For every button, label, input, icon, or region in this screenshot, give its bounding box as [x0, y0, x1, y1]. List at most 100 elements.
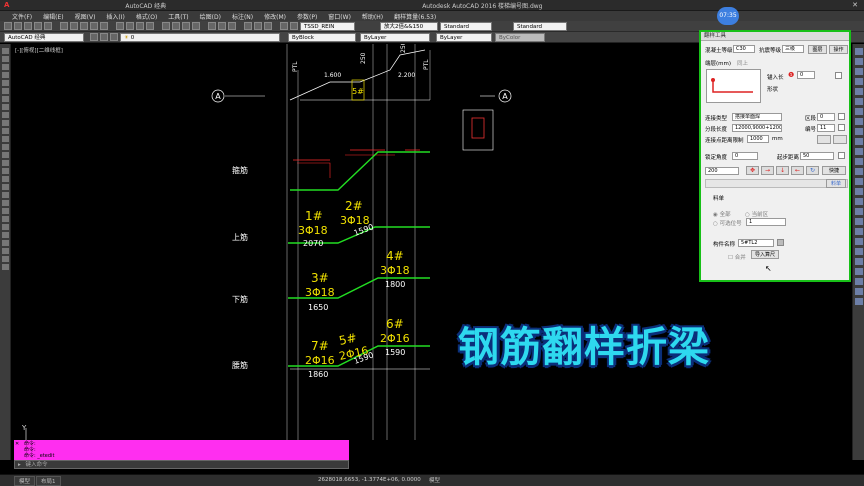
modify-tool-icon[interactable] [855, 118, 863, 125]
modify-tool-icon[interactable] [855, 138, 863, 145]
seg-len-select[interactable]: 12000,9000+1200K [732, 124, 782, 132]
draw-tool-icon[interactable] [2, 160, 9, 166]
lock-angle-select[interactable]: 0 [732, 152, 758, 160]
operate-button[interactable]: 操作 [829, 45, 848, 54]
menu-item-10[interactable]: 窗口(W) [328, 12, 351, 21]
draw-tool-icon[interactable] [2, 256, 9, 262]
modify-tool-icon[interactable] [855, 228, 863, 235]
modify-tool-icon[interactable] [855, 198, 863, 205]
rotate-icon[interactable]: ↻ [806, 166, 819, 175]
draw-tool-icon[interactable] [2, 200, 9, 206]
radio-optional[interactable]: ○ 可选位号 [713, 219, 742, 227]
draw-tool-icon[interactable] [2, 240, 9, 246]
menu-item-2[interactable]: 视图(V) [75, 12, 96, 21]
dimstyle-combo[interactable]: 放大2倍&&150 [380, 22, 438, 31]
toolbar-button-icon[interactable] [100, 22, 108, 30]
draw-tool-icon[interactable] [2, 72, 9, 78]
menu-item-4[interactable]: 格式(O) [136, 12, 157, 21]
toolbar-button-icon[interactable] [146, 22, 154, 30]
workspace-combo[interactable]: AutoCAD 经典 [4, 33, 84, 42]
layer-tool-icon[interactable] [100, 33, 108, 41]
menu-item-8[interactable]: 修改(M) [264, 12, 286, 21]
menu-item-5[interactable]: 工具(T) [168, 12, 188, 21]
modify-tool-icon[interactable] [855, 108, 863, 115]
mleaderstyle-combo[interactable]: Standard [513, 22, 567, 31]
min-dist-input[interactable]: 1000 [747, 135, 769, 143]
viewport-label[interactable]: [-][俯视][二维线框] [15, 46, 63, 54]
color-combo[interactable]: ByBlock [288, 33, 356, 42]
modify-tool-icon[interactable] [855, 68, 863, 75]
toolbar-button-icon[interactable] [290, 22, 298, 30]
toolbar-button-icon[interactable] [254, 22, 262, 30]
draw-tool-icon[interactable] [2, 136, 9, 142]
modify-tool-icon[interactable] [855, 248, 863, 255]
modify-tool-icon[interactable] [855, 98, 863, 105]
modify-tool-icon[interactable] [855, 208, 863, 215]
layer-button[interactable]: 图层 [808, 45, 827, 54]
draw-tool-icon[interactable] [2, 232, 9, 238]
optional-input[interactable]: 1 [746, 218, 786, 226]
modify-tool-icon[interactable] [855, 158, 863, 165]
modify-tool-icon[interactable] [855, 238, 863, 245]
pick-button[interactable] [817, 135, 831, 144]
quick-button[interactable]: 快捷 [822, 166, 846, 175]
draw-tool-icon[interactable] [2, 208, 9, 214]
move-icon[interactable]: ✥ [746, 166, 759, 175]
conn-type-select[interactable]: 搭接单面焊 [732, 113, 782, 121]
toolbar-button-icon[interactable] [218, 22, 226, 30]
tablestyle-combo[interactable]: Standard [440, 22, 492, 31]
tab-right[interactable]: 料单 [826, 179, 846, 188]
radio-all[interactable]: ◉ 全部 [713, 210, 731, 218]
qat-workspace[interactable]: AutoCAD 经典 [125, 1, 166, 10]
menu-item-12[interactable]: 翻样算量(6.53) [394, 12, 436, 21]
import-button[interactable]: 导入算尺 [751, 250, 779, 259]
draw-tool-icon[interactable] [2, 112, 9, 118]
draw-tool-icon[interactable] [2, 264, 9, 270]
menu-item-9[interactable]: 参数(P) [297, 12, 317, 21]
toolbar-button-icon[interactable] [136, 22, 144, 30]
anchor-input[interactable]: 0 [797, 71, 815, 79]
draw-tool-icon[interactable] [2, 120, 9, 126]
modify-tool-icon[interactable] [855, 58, 863, 65]
plotstyle-combo[interactable]: ByColor [495, 33, 545, 42]
toolbar-button-icon[interactable] [244, 22, 252, 30]
toolbar-button-icon[interactable] [34, 22, 42, 30]
draw-tool-icon[interactable] [2, 152, 9, 158]
menu-item-0[interactable]: 文件(F) [12, 12, 32, 21]
draw-tool-icon[interactable] [2, 88, 9, 94]
draw-tool-icon[interactable] [2, 56, 9, 62]
seismic-select[interactable]: 三级 [782, 45, 804, 53]
draw-tool-icon[interactable] [2, 48, 9, 54]
start-dist-toggle[interactable] [838, 152, 845, 159]
app-logo-icon[interactable]: A [4, 1, 9, 9]
textstyle-combo[interactable]: TSSD_REIN [300, 22, 355, 31]
modify-tool-icon[interactable] [855, 218, 863, 225]
toolbar-button-icon[interactable] [192, 22, 200, 30]
layer-tool-icon[interactable] [90, 33, 98, 41]
toolbar-button-icon[interactable] [264, 22, 272, 30]
modify-tool-icon[interactable] [855, 168, 863, 175]
menu-item-1[interactable]: 编辑(E) [43, 12, 63, 21]
draw-tool-icon[interactable] [2, 96, 9, 102]
modify-tool-icon[interactable] [855, 288, 863, 295]
arrow-right-icon[interactable]: → [761, 166, 774, 175]
toolbar-button-icon[interactable] [172, 22, 180, 30]
draw-tool-icon[interactable] [2, 128, 9, 134]
toolbar-button-icon[interactable] [60, 22, 68, 30]
modify-tool-icon[interactable] [855, 278, 863, 285]
toolbar-button-icon[interactable] [116, 22, 124, 30]
linetype-combo[interactable]: ByLayer [360, 33, 430, 42]
apply-button[interactable] [833, 135, 847, 144]
toolbar-button-icon[interactable] [208, 22, 216, 30]
member-pick[interactable] [777, 239, 784, 246]
toolbar-button-icon[interactable] [228, 22, 236, 30]
start-dist-select[interactable]: 50 [800, 152, 834, 160]
draw-tool-icon[interactable] [2, 168, 9, 174]
draw-tool-icon[interactable] [2, 184, 9, 190]
toolbar-button-icon[interactable] [44, 22, 52, 30]
concrete-select[interactable]: C30 [733, 45, 755, 53]
close-icon[interactable]: ✕ [15, 441, 19, 447]
toolbar-button-icon[interactable] [162, 22, 170, 30]
code-toggle[interactable] [838, 124, 845, 131]
draw-tool-icon[interactable] [2, 176, 9, 182]
